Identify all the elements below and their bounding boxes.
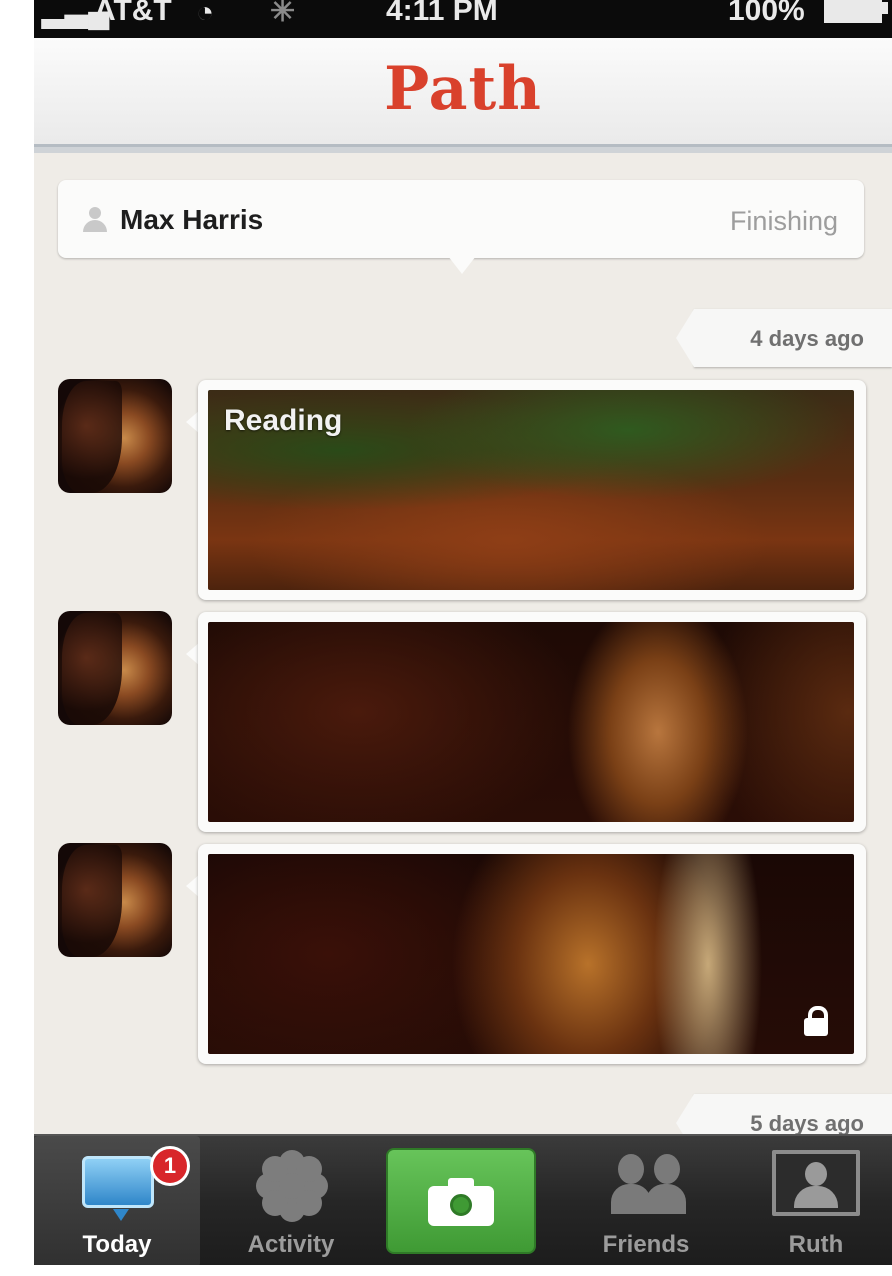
moment-card[interactable] [198,612,866,832]
activity-icon [256,1150,328,1222]
activity-spinner-icon: ✳ [270,0,296,28]
profile-status: Finishing [729,206,838,236]
friends-icon [610,1150,686,1220]
tab-label: Ruth [788,1231,844,1258]
tab-label: Friends [602,1231,690,1258]
moment-caption: Reading [224,404,343,437]
tab-bar: 1 Today Activity Friends Ruth [34,1134,892,1265]
camera-button[interactable] [386,1148,536,1254]
profile-name: Max Harris [120,204,264,235]
navigation-bar: Path [34,38,892,153]
tab-label: Activity [247,1231,335,1258]
tab-label: Today [82,1231,152,1258]
today-icon [82,1156,154,1221]
wifi-icon: ◔ [196,0,215,29]
battery-tip [880,2,888,14]
status-bar: ▂▃▄ AT&T ◔ ✳ 4:11 PM 100% [34,0,892,38]
path-logo: Path [384,54,542,124]
avatar[interactable] [58,379,172,493]
status-time: 4:11 PM [386,0,498,27]
lock-icon [804,1006,828,1036]
tab-today[interactable]: 1 Today [34,1136,200,1265]
carrier-label: AT&T [94,0,172,27]
moment-photo[interactable] [208,622,854,822]
avatar[interactable] [58,843,172,957]
screen-border [34,1265,892,1276]
profile-pointer [448,256,476,274]
moment-card[interactable] [198,844,866,1064]
battery-percent: 100% [728,0,805,27]
avatar[interactable] [58,611,172,725]
date-marker: 4 days ago [676,309,892,367]
notification-badge: 1 [150,1146,190,1186]
battery-icon [824,0,882,23]
tab-activity[interactable]: Activity [234,1136,348,1265]
moment-card[interactable]: Reading [198,380,866,600]
profile-header[interactable]: Max Harris Finishing [58,180,864,258]
person-icon [82,207,108,233]
phone-screen: ▂▃▄ AT&T ◔ ✳ 4:11 PM 100% Path Max Harri… [34,0,892,1265]
camera-icon [428,1178,494,1226]
moment-photo[interactable] [208,854,854,1054]
tab-friends[interactable]: Friends [572,1136,720,1265]
moment-photo[interactable]: Reading [208,390,854,590]
tab-profile[interactable]: Ruth [750,1136,882,1265]
profile-icon [772,1150,860,1216]
